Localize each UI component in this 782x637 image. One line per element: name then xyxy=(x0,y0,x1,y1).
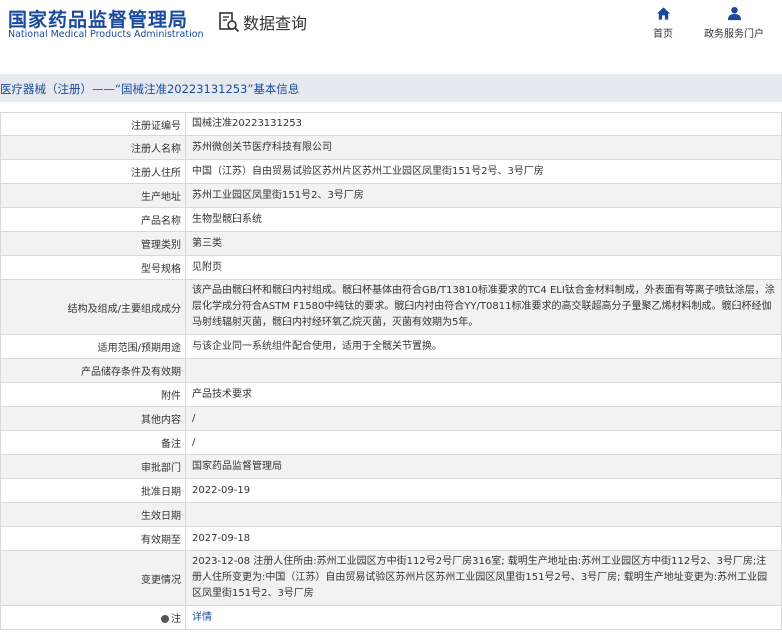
row-label: 生效日期 xyxy=(0,502,186,527)
note-value-cell: 详情 xyxy=(185,605,782,630)
row-label: 管理类别 xyxy=(0,231,186,256)
home-icon xyxy=(656,7,670,20)
table-row: 管理类别 第三类 xyxy=(0,231,782,256)
row-value xyxy=(185,358,782,383)
row-value: / xyxy=(185,430,782,455)
logo-title[interactable]: 国家药品监督管理局 xyxy=(8,5,188,32)
table-row: 变更情况 2023-12-08 注册人住所由:苏州工业园区方中街112号2号厂房… xyxy=(0,550,782,606)
page-title-bar: 医疗器械（注册）——“国械注准20223131253”基本信息 xyxy=(0,74,782,102)
table-row: 批准日期 2022-09-19 xyxy=(0,478,782,503)
row-label: 产品储存条件及有效期 xyxy=(0,358,186,383)
details-link[interactable]: 详情 xyxy=(192,612,212,623)
row-value: 国家药品监督管理局 xyxy=(185,454,782,479)
row-label: 批准日期 xyxy=(0,478,186,503)
table-row: 产品储存条件及有效期 xyxy=(0,358,782,383)
logo-subtitle: National Medical Products Administration xyxy=(8,29,204,40)
row-value xyxy=(185,502,782,527)
row-value: 第三类 xyxy=(185,231,782,256)
row-label: 变更情况 xyxy=(0,550,186,606)
table-row: 注册人住所 中国（江苏）自由贸易试验区苏州片区苏州工业园区凤里街151号2号、3… xyxy=(0,159,782,184)
table-row: 产品名称 生物型髋臼系统 xyxy=(0,207,782,232)
row-label: 型号规格 xyxy=(0,255,186,280)
row-value: 见附页 xyxy=(185,255,782,280)
row-label: 适用范围/预期用途 xyxy=(0,334,186,359)
data-query-label: 数据查询 xyxy=(243,14,308,33)
row-value: 2027-09-18 xyxy=(185,526,782,551)
table-row: 附件 产品技术要求 xyxy=(0,382,782,407)
row-value: 与该企业同一系统组件配合使用，适用于全髋关节置换。 xyxy=(185,334,782,359)
row-label: 有效期至 xyxy=(0,526,186,551)
row-value: 苏州工业园区凤里街151号2、3号厂房 xyxy=(185,183,782,208)
user-icon xyxy=(727,6,741,21)
page-title: 医疗器械（注册）——“国械注准20223131253”基本信息 xyxy=(0,82,300,96)
site-header: 国家药品监督管理局 National Medical Products Admi… xyxy=(0,0,782,62)
nav-gov-service-portal-label: 政务服务门户 xyxy=(704,29,764,40)
nav-gov-service-portal[interactable]: 政务服务门户 xyxy=(704,6,764,40)
row-label: 注册证编号 xyxy=(0,112,186,136)
table-row: 结构及组成/主要组成成分 该产品由髋臼杯和髋臼内衬组成。髋臼杯基体由符合GB/T… xyxy=(0,279,782,335)
row-value: 2022-09-19 xyxy=(185,478,782,503)
note-label: 注 xyxy=(171,614,181,625)
row-value: 2023-12-08 注册人住所由:苏州工业园区方中街112号2号厂房316室;… xyxy=(185,550,782,606)
row-label: 注册人住所 xyxy=(0,159,186,184)
row-value: 中国（江苏）自由贸易试验区苏州片区苏州工业园区凤里街151号2号、3号厂房 xyxy=(185,159,782,184)
row-value: 国械注准20223131253 xyxy=(185,112,782,136)
row-label: 审批部门 xyxy=(0,454,186,479)
row-label: 产品名称 xyxy=(0,207,186,232)
row-label: 其他内容 xyxy=(0,406,186,431)
row-label: 生产地址 xyxy=(0,183,186,208)
table-row: 注 详情 xyxy=(0,605,782,630)
table-row: 适用范围/预期用途 与该企业同一系统组件配合使用，适用于全髋关节置换。 xyxy=(0,334,782,359)
row-label: 备注 xyxy=(0,430,186,455)
row-value: 苏州微创关节医疗科技有限公司 xyxy=(185,135,782,160)
table-row: 审批部门 国家药品监督管理局 xyxy=(0,454,782,479)
registration-info-table: 注册证编号 国械注准20223131253 注册人名称 苏州微创关节医疗科技有限… xyxy=(0,112,782,630)
row-value: 该产品由髋臼杯和髋臼内衬组成。髋臼杯基体由符合GB/T13810标准要求的TC4… xyxy=(185,279,782,335)
table-row: 注册人名称 苏州微创关节医疗科技有限公司 xyxy=(0,135,782,160)
row-value: 产品技术要求 xyxy=(185,382,782,407)
row-value: 生物型髋臼系统 xyxy=(185,207,782,232)
row-label: 注册人名称 xyxy=(0,135,186,160)
data-query-heading: 数据查询 xyxy=(218,9,307,35)
table-row: 有效期至 2027-09-18 xyxy=(0,526,782,551)
row-label: 附件 xyxy=(0,382,186,407)
document-search-icon xyxy=(219,12,240,33)
nav-home-label: 首页 xyxy=(653,29,673,40)
row-label: 结构及组成/主要组成成分 xyxy=(0,279,186,335)
table-row: 其他内容 / xyxy=(0,406,782,431)
row-value: / xyxy=(185,406,782,431)
table-row: 生产地址 苏州工业园区凤里街151号2、3号厂房 xyxy=(0,183,782,208)
nav-home[interactable]: 首页 xyxy=(653,6,673,40)
table-row: 型号规格 见附页 xyxy=(0,255,782,280)
note-label-cell: 注 xyxy=(0,605,186,630)
table-row: 备注 / xyxy=(0,430,782,455)
table-row: 生效日期 xyxy=(0,502,782,527)
pin-icon xyxy=(161,615,169,623)
table-row: 注册证编号 国械注准20223131253 xyxy=(0,112,782,136)
